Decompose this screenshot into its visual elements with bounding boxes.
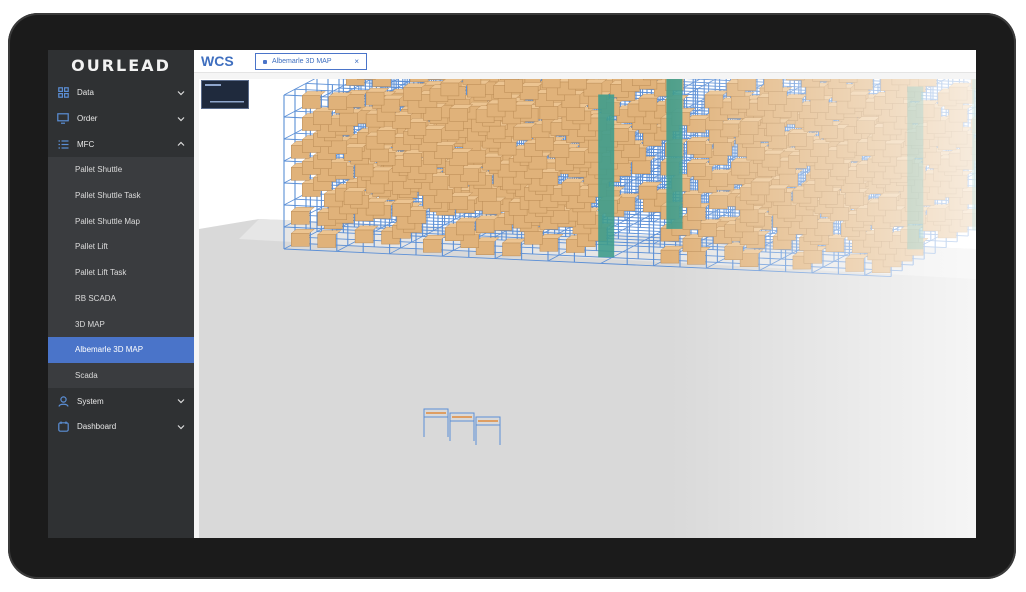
cargo-box	[357, 79, 376, 80]
dashboard-icon	[57, 421, 69, 433]
cargo-box	[561, 182, 581, 196]
cargo-box	[409, 79, 429, 83]
cargo-box	[643, 79, 662, 81]
cargo-box	[370, 148, 389, 163]
sidebar-item-label: Order	[77, 114, 98, 124]
cargo-box	[354, 229, 374, 244]
sidebar-subitem-pallet-shuttle-task[interactable]: Pallet Shuttle Task	[48, 182, 194, 209]
cargo-box	[638, 185, 658, 200]
depth-haze	[669, 79, 976, 538]
cargo-box	[403, 153, 422, 167]
sidebar-subitem-scada[interactable]: Scada	[48, 362, 194, 389]
tab-dot-icon	[263, 59, 267, 64]
sidebar: OURLEAD Data Order MFC Pallet Shuttle Pa…	[48, 50, 194, 538]
cargo-box	[504, 79, 523, 93]
main-area: WCS Albemarle 3D MAP ×	[194, 50, 976, 538]
cargo-box	[513, 126, 532, 141]
brand-title: WCS	[201, 53, 234, 69]
sidebar-subitem-albemarle-3d-map[interactable]: Albemarle 3D MAP	[48, 336, 194, 363]
cargo-box	[365, 91, 385, 106]
minimap-icon	[205, 84, 244, 103]
cargo-box	[502, 242, 521, 257]
close-icon[interactable]: ×	[354, 57, 359, 66]
cargo-box	[577, 211, 596, 225]
monitor-icon	[57, 113, 69, 125]
sidebar-item-data[interactable]: Data	[48, 80, 194, 106]
tab-label: Albemarle 3D MAP	[272, 58, 332, 65]
app-screen: OURLEAD Data Order MFC Pallet Shuttle Pa…	[48, 50, 976, 538]
cargo-box	[403, 87, 422, 101]
3d-map-viewport[interactable]	[199, 79, 976, 538]
chevron-down-icon	[177, 116, 185, 122]
cargo-box	[343, 191, 363, 205]
tab-albemarle-3d-map[interactable]: Albemarle 3D MAP ×	[255, 53, 367, 70]
cargo-box	[392, 203, 411, 217]
cargo-box	[328, 96, 347, 110]
cargo-box	[524, 231, 543, 245]
cargo-box	[291, 233, 310, 247]
cargo-box	[539, 106, 559, 120]
sidebar-item-label: System	[77, 396, 104, 406]
sidebar-subitem-rb-scada[interactable]: RB SCADA	[48, 285, 194, 312]
cargo-box	[535, 137, 554, 151]
chevron-up-icon	[177, 142, 185, 147]
sidebar-subitem-pallet-shuttle[interactable]: Pallet Shuttle	[48, 157, 194, 183]
cargo-box	[497, 97, 517, 112]
sidebar-item-label: Data	[77, 88, 94, 98]
cargo-box	[638, 97, 658, 112]
sidebar-item-system[interactable]: System	[48, 388, 194, 414]
list-icon	[57, 138, 69, 150]
chevron-down-icon	[177, 91, 185, 96]
sidebar-item-label: Dashboard	[77, 422, 117, 432]
sidebar-subitem-pallet-lift[interactable]: Pallet Lift	[48, 234, 194, 260]
cargo-box	[467, 83, 486, 98]
sidebar-item-dashboard[interactable]: Dashboard	[48, 414, 194, 440]
chevron-down-icon	[177, 425, 185, 430]
cargo-box	[346, 94, 365, 108]
cargo-box	[632, 160, 651, 174]
app-logo: OURLEAD	[71, 55, 171, 75]
cargo-box	[475, 219, 495, 233]
cargo-box	[440, 82, 460, 97]
cargo-box	[423, 239, 442, 253]
cargo-box	[376, 130, 396, 144]
sidebar-subitem-pallet-shuttle-map[interactable]: Pallet Shuttle Map	[48, 208, 194, 235]
cargo-box	[478, 188, 497, 202]
cargo-box	[566, 107, 585, 121]
cargo-box	[500, 79, 519, 80]
sidebar-item-mfc[interactable]: MFC	[48, 131, 194, 157]
cargo-box	[482, 200, 501, 215]
sidebar-subitem-pallet-lift-task[interactable]: Pallet Lift Task	[48, 259, 194, 286]
pallet-lift-column	[598, 94, 615, 258]
sidebar-item-order[interactable]: Order	[48, 106, 194, 132]
warehouse-3d-scene[interactable]	[199, 79, 976, 538]
cargo-box	[354, 163, 374, 178]
cargo-box	[568, 79, 587, 90]
cargo-box	[449, 108, 468, 122]
cargo-box	[427, 79, 446, 80]
top-bar: WCS Albemarle 3D MAP ×	[194, 50, 976, 73]
sidebar-item-label: MFC	[77, 139, 95, 149]
cargo-box	[372, 79, 391, 87]
cargo-box	[302, 95, 321, 109]
cargo-box	[317, 234, 336, 248]
cargo-box	[291, 211, 310, 225]
grid-icon	[57, 87, 69, 99]
cargo-box	[339, 112, 358, 127]
cargo-box	[456, 221, 475, 236]
cargo-box	[462, 79, 482, 85]
chevron-down-icon	[177, 399, 185, 404]
user-icon	[57, 395, 69, 407]
cargo-box	[346, 79, 365, 86]
minimap-thumbnail[interactable]	[201, 80, 249, 109]
cargo-box	[313, 111, 332, 125]
sidebar-subitem-3d-map[interactable]: 3D MAP	[48, 311, 194, 337]
cargo-box	[541, 79, 561, 89]
cargo-box	[467, 149, 486, 164]
